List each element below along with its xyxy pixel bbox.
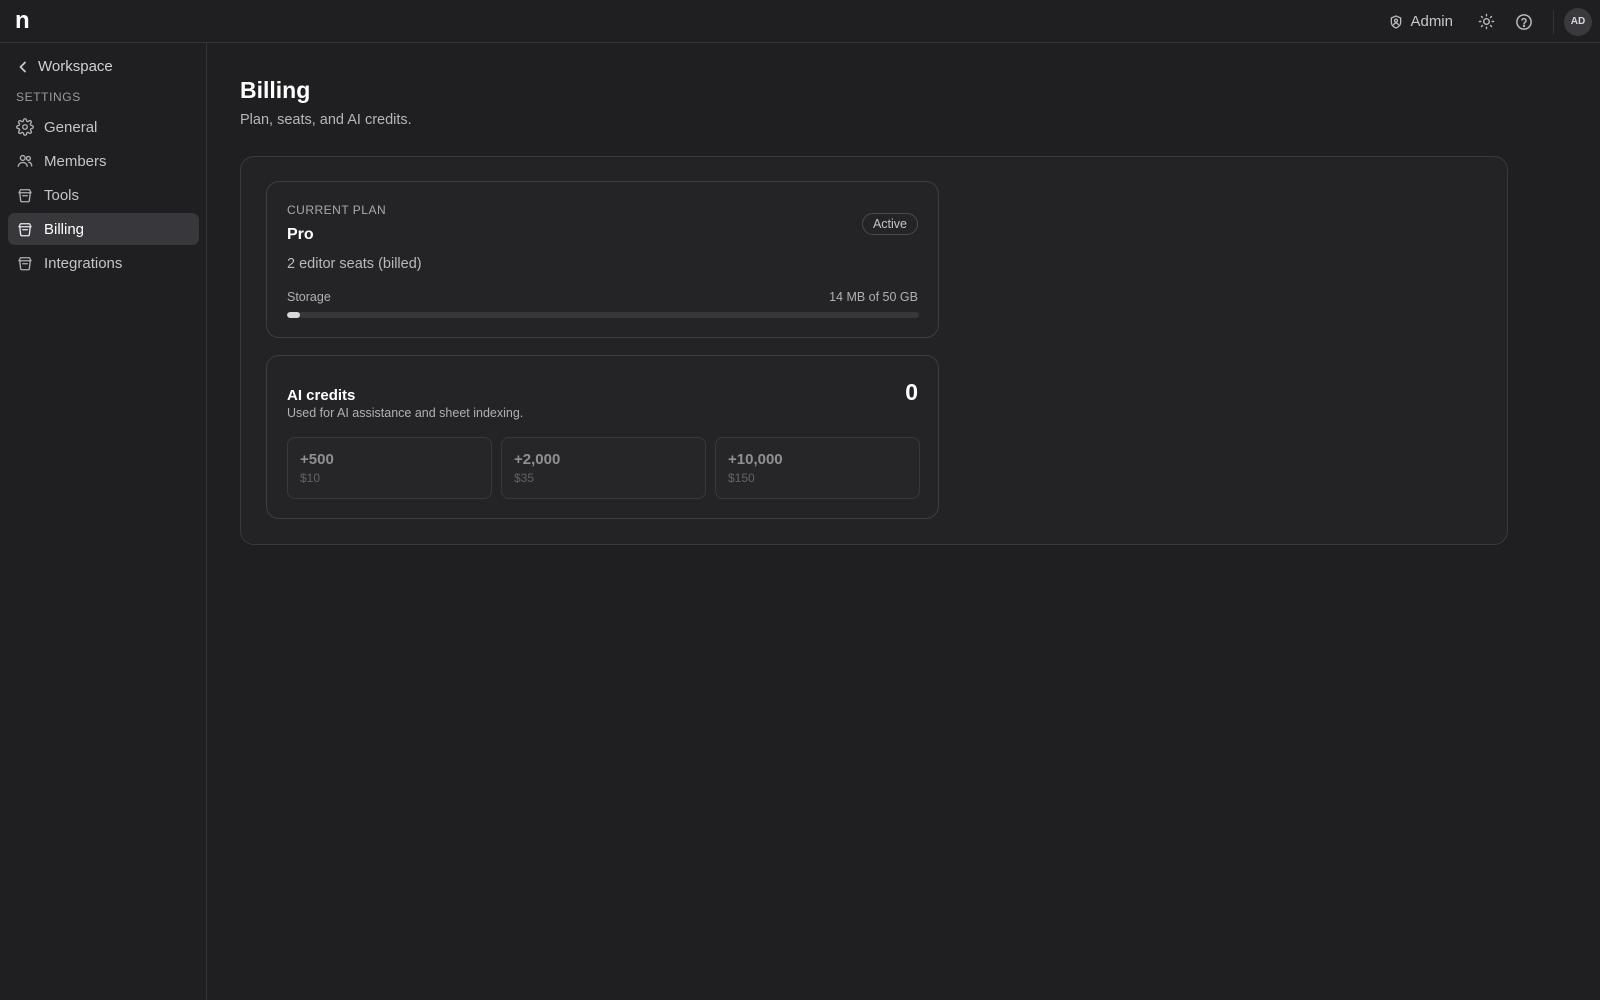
pack-price: $10: [300, 471, 321, 485]
pack-amount: +10,000: [728, 451, 783, 468]
box-icon: [18, 189, 32, 203]
chevron-left-icon: [19, 61, 26, 72]
sidebar-item-label: Integrations: [44, 254, 123, 272]
billing-panel: CURRENT PLAN Pro Active 2 editor seats (…: [240, 156, 1508, 545]
shield-icon: [1391, 14, 1402, 29]
ai-credits-card: AI credits Used for AI assistance and sh…: [266, 355, 939, 519]
current-plan-caption: CURRENT PLAN: [287, 203, 387, 217]
user-avatar[interactable]: AD: [1564, 7, 1592, 36]
box-icon: [18, 257, 32, 271]
sidebar-item-tools[interactable]: Tools: [8, 179, 199, 211]
sidebar-item-billing[interactable]: Billing: [8, 213, 199, 245]
seats-info: 2 editor seats (billed): [287, 256, 422, 272]
help-button[interactable]: [1515, 13, 1533, 31]
sidebar-item-integrations[interactable]: Integrations: [8, 247, 199, 279]
back-to-workspace-link[interactable]: Workspace: [18, 58, 113, 75]
page-subtitle: Plan, seats, and AI credits.: [240, 112, 412, 128]
settings-sidebar: Workspace SETTINGS General Members Tools…: [0, 43, 207, 1000]
current-plan-card: CURRENT PLAN Pro Active 2 editor seats (…: [266, 181, 939, 338]
sun-icon: [1478, 13, 1494, 30]
back-label: Workspace: [38, 58, 113, 75]
users-icon: [17, 154, 33, 167]
pack-amount: +500: [300, 451, 334, 468]
help-icon: [1516, 13, 1532, 30]
status-badge: Active: [861, 213, 918, 235]
sidebar-item-label: Members: [44, 152, 107, 170]
settings-section-label: SETTINGS: [16, 90, 81, 104]
admin-label: Admin: [1410, 13, 1453, 30]
app-logo[interactable]: n: [15, 9, 30, 33]
sidebar-item-general[interactable]: General: [8, 111, 199, 143]
storage-usage: 14 MB of 50 GB: [829, 290, 918, 304]
storage-label: Storage: [287, 290, 331, 304]
theme-toggle-button[interactable]: [1477, 13, 1495, 31]
ai-credits-balance: 0: [905, 379, 918, 405]
storage-progress-fill: [287, 312, 300, 318]
pack-price: $35: [514, 471, 535, 485]
sidebar-item-label: General: [44, 118, 98, 136]
storage-progress-bar: [287, 312, 919, 318]
top-right-controls: Admin AD: [1388, 0, 1592, 43]
divider: [1553, 9, 1554, 34]
pack-price: $150: [728, 471, 755, 485]
credit-pack-2000[interactable]: +2,000 $35: [501, 437, 706, 499]
credit-pack-500[interactable]: +500 $10: [287, 437, 492, 499]
credit-packs: +500 $10 +2,000 $35 +10,000 $150: [287, 437, 920, 499]
admin-role-button[interactable]: Admin: [1388, 13, 1453, 30]
box-icon: [18, 223, 32, 237]
sidebar-item-label: Billing: [44, 220, 85, 238]
top-bar: n Admin AD: [0, 0, 1600, 43]
ai-credits-title: AI credits: [287, 387, 356, 404]
settings-nav: General Members Tools Billing Integratio…: [8, 111, 199, 281]
sidebar-item-members[interactable]: Members: [8, 145, 199, 177]
page-title: Billing: [240, 77, 311, 103]
plan-name: Pro: [287, 226, 314, 243]
sidebar-item-label: Tools: [44, 186, 80, 204]
ai-credits-description: Used for AI assistance and sheet indexin…: [287, 406, 524, 420]
credit-pack-10000[interactable]: +10,000 $150: [715, 437, 920, 499]
pack-amount: +2,000: [514, 451, 561, 468]
gear-icon: [16, 118, 34, 136]
